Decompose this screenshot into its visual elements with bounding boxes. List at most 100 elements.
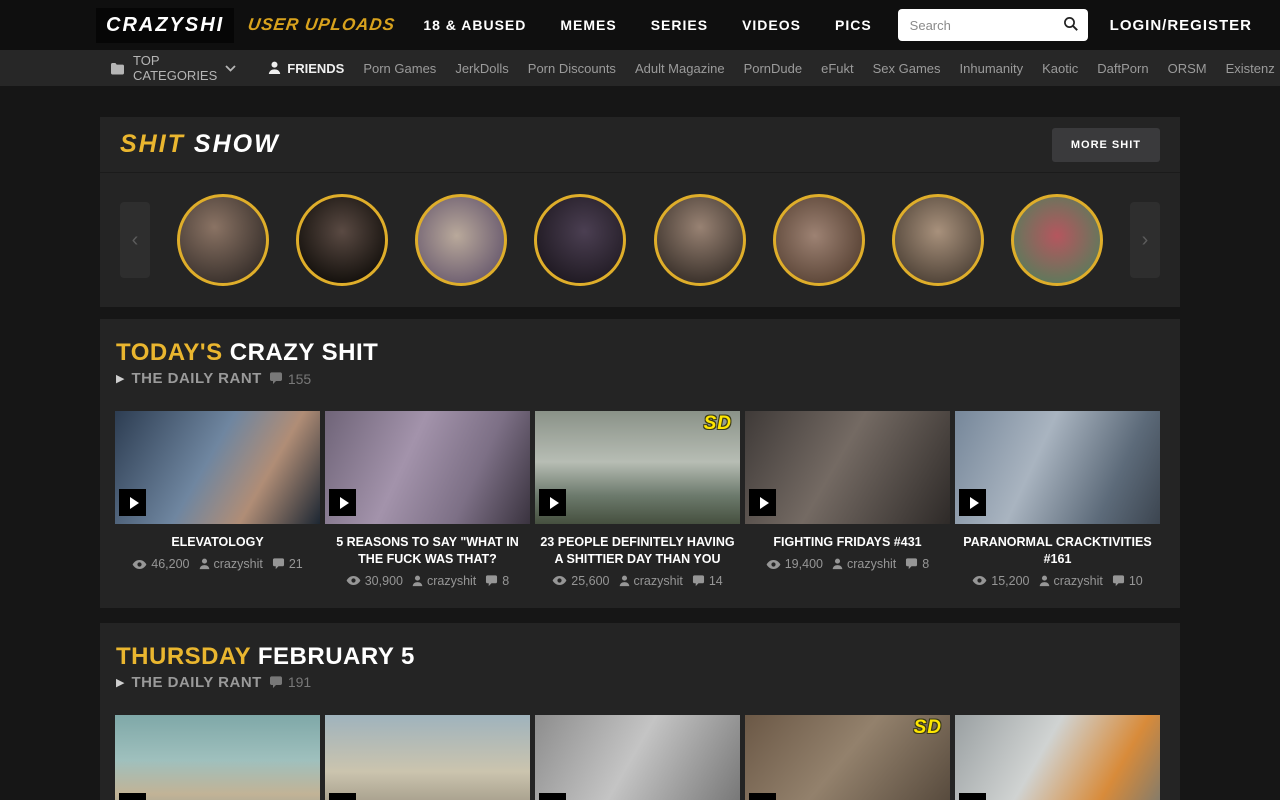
link-efukt[interactable]: eFukt	[821, 61, 854, 76]
video-card[interactable]: 5 REASONS TO SAY "WHAT IN THE FUCK WAS T…	[325, 411, 530, 588]
carousel-avatar-5[interactable]	[654, 194, 746, 286]
link-jerkdolls[interactable]: JerkDolls	[455, 61, 508, 76]
comments-stat: 10	[1112, 574, 1143, 588]
partner-links: Porn Games JerkDolls Porn Discounts Adul…	[363, 61, 1280, 76]
link-porn-discounts[interactable]: Porn Discounts	[528, 61, 616, 76]
search-input[interactable]	[898, 9, 1088, 41]
video-thumbnail[interactable]	[115, 715, 320, 800]
todays-crazy-shit-panel: TODAY'S CRAZY SHIT ▶ THE DAILY RANT 155 …	[100, 319, 1180, 608]
uploader-name[interactable]: crazyshit	[427, 574, 476, 588]
daily-rant-link[interactable]: THE DAILY RANT	[131, 674, 261, 691]
top-categories-dropdown[interactable]: TOP CATEGORIES	[110, 53, 236, 83]
play-icon	[550, 497, 559, 509]
video-card[interactable]	[325, 715, 530, 800]
daily-rant-link[interactable]: THE DAILY RANT	[131, 370, 261, 387]
video-card[interactable]: SD	[745, 715, 950, 800]
link-inhumanity[interactable]: Inhumanity	[960, 61, 1024, 76]
user-uploads-tagline[interactable]: USER UPLOADS	[247, 15, 397, 35]
link-porndude[interactable]: PornDude	[744, 61, 803, 76]
video-thumbnail[interactable]	[325, 715, 530, 800]
daily-rant-comment-count: 191	[288, 674, 311, 690]
more-shit-button[interactable]: MORE SHIT	[1052, 128, 1160, 162]
play-button[interactable]	[749, 793, 776, 800]
nav-pics[interactable]: PICS	[835, 17, 872, 33]
video-title[interactable]: ELEVATOLOGY	[115, 534, 320, 551]
play-button[interactable]	[119, 489, 146, 516]
video-card[interactable]: PARANORMAL CRACKTIVITIES #161 15,200 cra…	[955, 411, 1160, 588]
play-caret-icon: ▶	[116, 372, 124, 385]
video-thumbnail[interactable]: SD	[745, 715, 950, 800]
video-thumbnail[interactable]	[955, 411, 1160, 524]
play-button[interactable]	[119, 793, 146, 800]
carousel-avatar-3[interactable]	[415, 194, 507, 286]
carousel-avatar-7[interactable]	[892, 194, 984, 286]
video-title[interactable]: PARANORMAL CRACKTIVITIES #161	[955, 534, 1160, 568]
person-icon	[268, 61, 281, 75]
uploader-name[interactable]: crazyshit	[634, 574, 683, 588]
video-thumbnail[interactable]	[745, 411, 950, 524]
nav-series[interactable]: SERIES	[651, 17, 708, 33]
nav-videos[interactable]: VIDEOS	[742, 17, 801, 33]
eye-icon	[766, 559, 781, 570]
login-register-link[interactable]: LOGIN/REGISTER	[1110, 17, 1252, 34]
carousel-avatar-8[interactable]	[1011, 194, 1103, 286]
nav-memes[interactable]: MEMES	[560, 17, 616, 33]
link-daftporn[interactable]: DaftPorn	[1097, 61, 1148, 76]
link-existenz[interactable]: Existenz	[1226, 61, 1275, 76]
video-card[interactable]: SD 23 PEOPLE DEFINITELY HAVING A SHITTIE…	[535, 411, 740, 588]
section-title-rest: FEBRUARY 5	[258, 643, 415, 670]
video-card[interactable]	[115, 715, 320, 800]
video-thumbnail[interactable]	[535, 715, 740, 800]
person-icon	[619, 575, 630, 587]
friends-link[interactable]: FRIENDS	[268, 61, 344, 76]
carousel-prev-button[interactable]: ‹	[120, 202, 150, 278]
daily-rant-comment-count: 155	[288, 371, 311, 387]
video-thumbnail[interactable]	[955, 715, 1160, 800]
site-logo-text: CRAZYSHI	[106, 14, 224, 36]
play-button[interactable]	[959, 793, 986, 800]
video-card[interactable]: ELEVATOLOGY 46,200 crazyshit 21	[115, 411, 320, 588]
uploader-stat: crazyshit	[412, 574, 476, 588]
comments-stat: 8	[905, 557, 929, 571]
carousel-avatar-1[interactable]	[177, 194, 269, 286]
sd-badge: SD	[704, 413, 732, 435]
search-button[interactable]	[1062, 16, 1080, 34]
play-button[interactable]	[749, 489, 776, 516]
carousel-avatar-6[interactable]	[773, 194, 865, 286]
carousel-avatar-4[interactable]	[534, 194, 626, 286]
avatar-carousel: ‹ ›	[100, 173, 1180, 307]
uploader-name[interactable]: crazyshit	[847, 557, 896, 571]
video-thumbnail[interactable]: SD	[535, 411, 740, 524]
link-kaotic[interactable]: Kaotic	[1042, 61, 1078, 76]
play-button[interactable]	[539, 489, 566, 516]
video-card[interactable]	[535, 715, 740, 800]
link-adult-magazine[interactable]: Adult Magazine	[635, 61, 725, 76]
link-orsm[interactable]: ORSM	[1168, 61, 1207, 76]
video-card[interactable]	[955, 715, 1160, 800]
carousel-avatar-2[interactable]	[296, 194, 388, 286]
play-button[interactable]	[329, 489, 356, 516]
carousel-next-button[interactable]: ›	[1130, 202, 1160, 278]
play-button[interactable]	[959, 489, 986, 516]
uploader-name[interactable]: crazyshit	[214, 557, 263, 571]
section-title-rest: CRAZY SHIT	[230, 339, 379, 366]
video-thumbnail[interactable]	[325, 411, 530, 524]
link-sex-games[interactable]: Sex Games	[873, 61, 941, 76]
site-logo[interactable]: CRAZYSHI	[96, 8, 234, 43]
nav-18-and-abused[interactable]: 18 & ABUSED	[423, 17, 526, 33]
video-card[interactable]: FIGHTING FRIDAYS #431 19,400 crazyshit 8	[745, 411, 950, 588]
eye-icon	[132, 559, 147, 570]
link-porn-games[interactable]: Porn Games	[363, 61, 436, 76]
search-box	[898, 9, 1088, 41]
video-stats: 19,400 crazyshit 8	[745, 557, 950, 571]
play-icon	[970, 497, 979, 509]
uploader-stat: crazyshit	[619, 574, 683, 588]
play-button[interactable]	[329, 793, 356, 800]
uploader-name[interactable]: crazyshit	[1054, 574, 1103, 588]
video-title[interactable]: 5 REASONS TO SAY "WHAT IN THE FUCK WAS T…	[325, 534, 530, 568]
video-title[interactable]: 23 PEOPLE DEFINITELY HAVING A SHITTIER D…	[535, 534, 740, 568]
play-button[interactable]	[539, 793, 566, 800]
video-title[interactable]: FIGHTING FRIDAYS #431	[745, 534, 950, 551]
video-thumbnail[interactable]	[115, 411, 320, 524]
person-icon	[199, 558, 210, 570]
